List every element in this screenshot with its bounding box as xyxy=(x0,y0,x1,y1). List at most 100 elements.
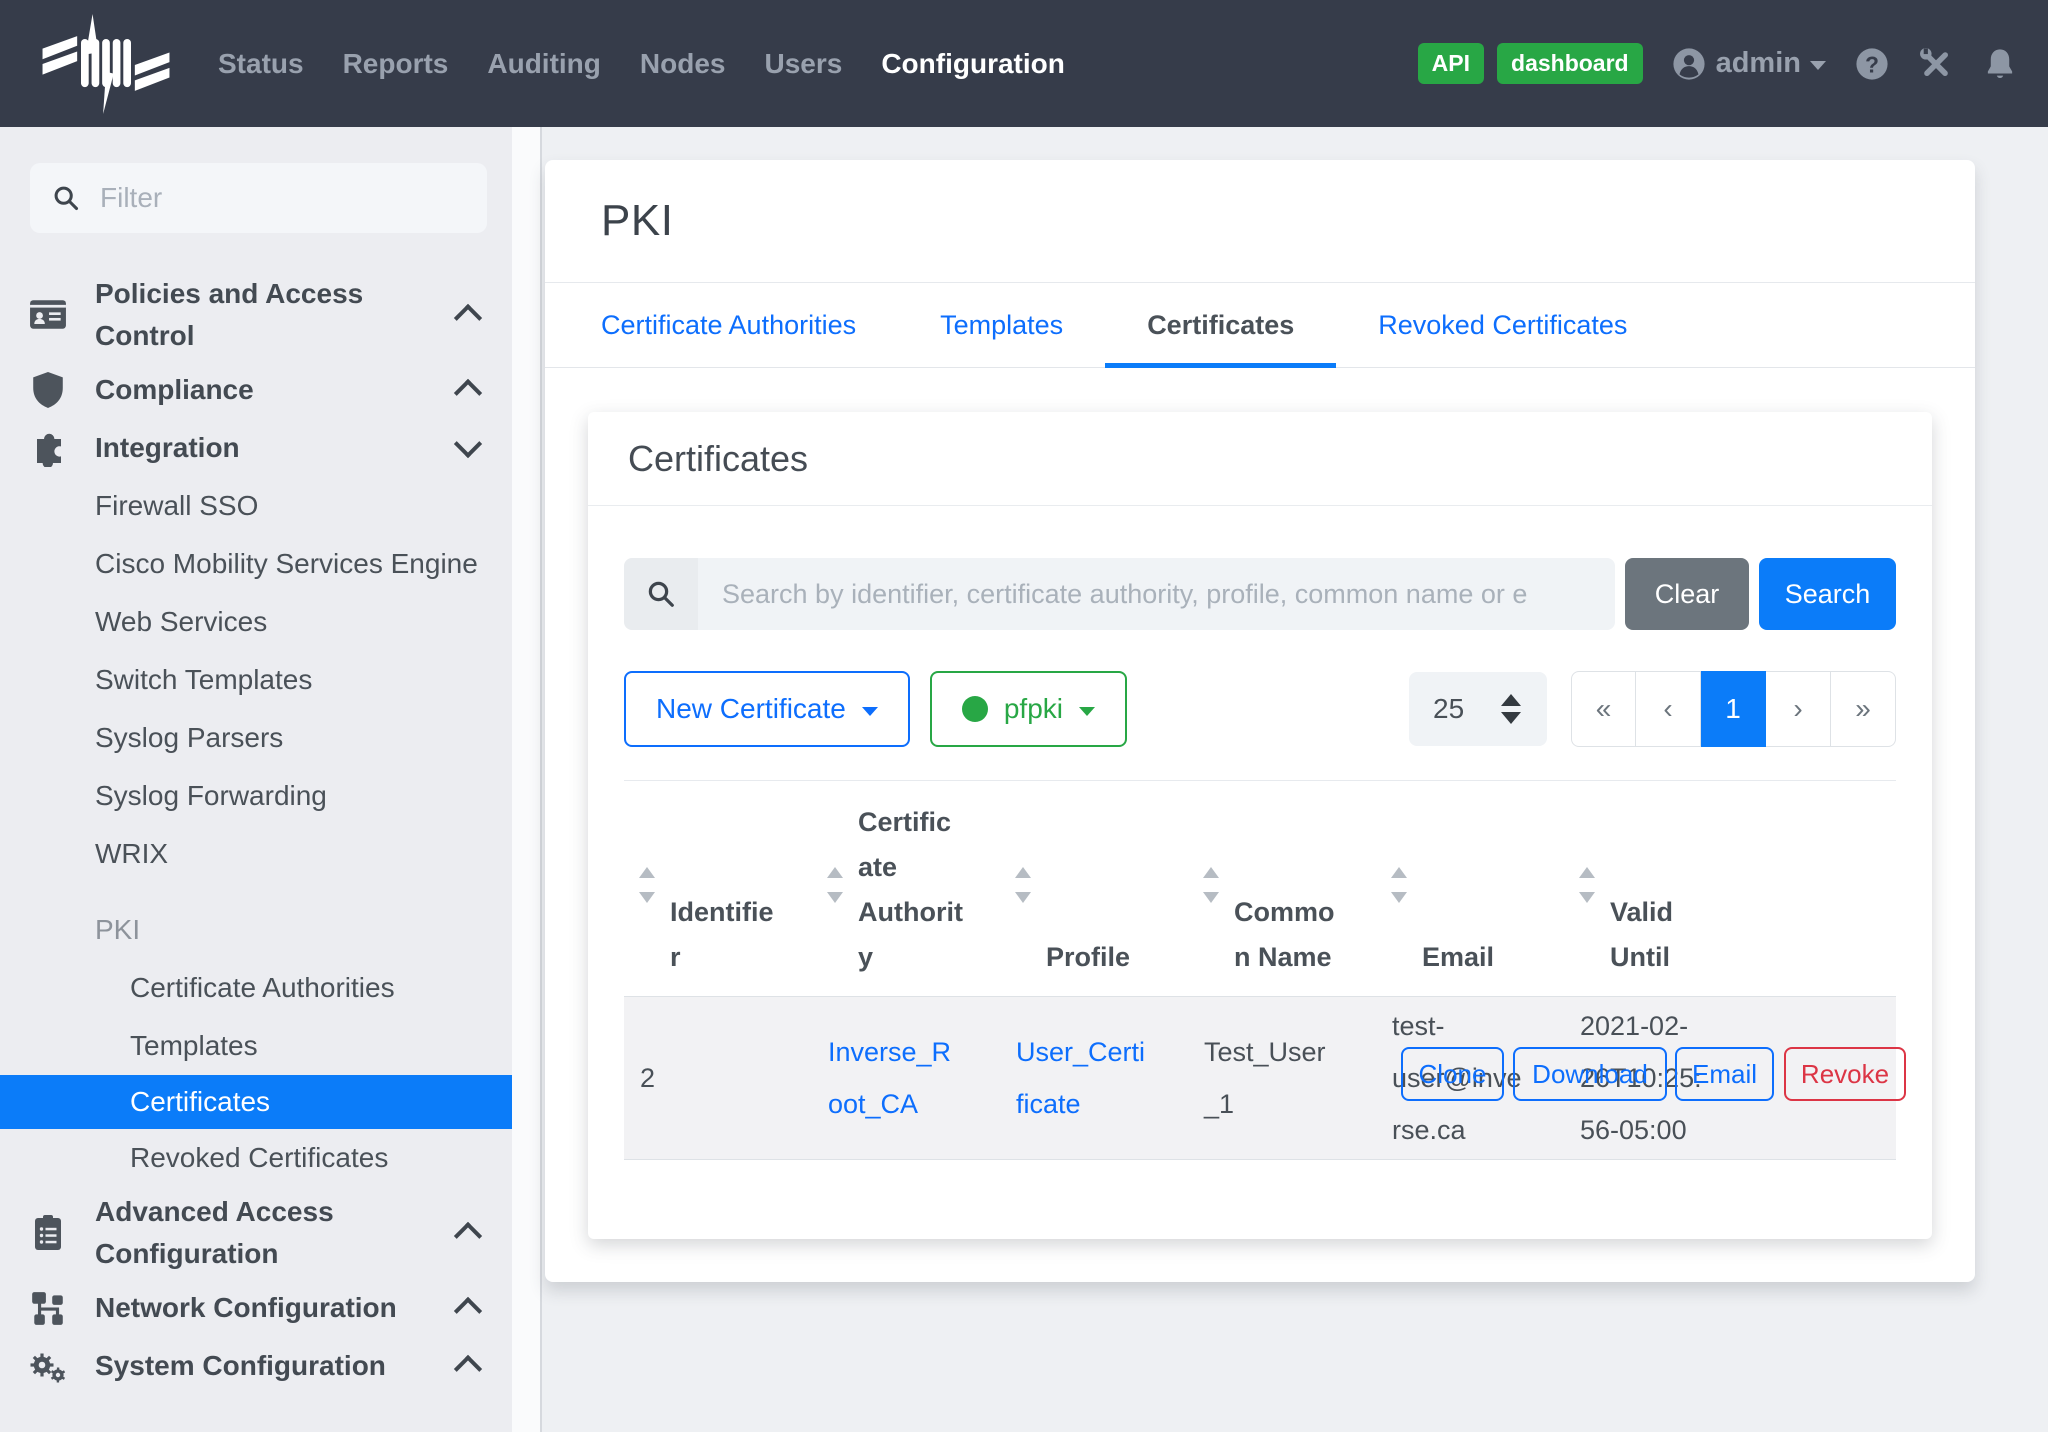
email-button[interactable]: Email xyxy=(1675,1047,1774,1101)
status-dot-icon xyxy=(962,696,988,722)
tab-revoked-certificates[interactable]: Revoked Certificates xyxy=(1336,283,1669,367)
dashboard-badge[interactable]: dashboard xyxy=(1497,43,1643,84)
pagination-page-1[interactable]: 1 xyxy=(1701,671,1766,747)
column-header-identifier[interactable]: Identifie r xyxy=(624,781,812,996)
column-header-email[interactable]: Email xyxy=(1376,781,1564,996)
revoke-button[interactable]: Revoke xyxy=(1784,1047,1906,1101)
column-header-profile[interactable]: Profile xyxy=(1000,781,1188,996)
page-size-value: 25 xyxy=(1433,693,1464,725)
help-icon[interactable]: ? xyxy=(1854,46,1890,82)
sidebar-item-label: Network Configuration xyxy=(95,1287,397,1329)
sidebar-item-compliance[interactable]: Compliance xyxy=(0,361,512,419)
sidebar-item-network-configuration[interactable]: Network Configuration xyxy=(0,1279,512,1337)
sidebar: Policies and Access Control Compliance Int… xyxy=(0,127,512,1432)
pagination-next[interactable]: › xyxy=(1766,671,1831,747)
sort-icon[interactable] xyxy=(825,867,845,903)
api-badge[interactable]: API xyxy=(1418,43,1484,84)
sidebar-item-cisco-mobility-services-engine[interactable]: Cisco Mobility Services Engine xyxy=(0,535,512,593)
page-root: Status Reports Auditing Nodes Users Configura… xyxy=(0,0,2048,1432)
service-badges: API dashboard xyxy=(1418,43,1643,84)
sidebar-item-revoked-certificates[interactable]: Revoked Certificates xyxy=(0,1129,512,1187)
notifications-bell-icon[interactable] xyxy=(1982,46,2018,82)
ca-selector-label: pfpki xyxy=(1004,693,1063,725)
search-icon xyxy=(624,558,698,630)
sidebar-item-certificates[interactable]: Certificates xyxy=(0,1075,512,1129)
certificates-table: Identifie r Certific ate Authorit y Profil… xyxy=(624,780,1896,1160)
clear-button[interactable]: Clear xyxy=(1625,558,1749,630)
certificates-body: Clear Search New Certificate pfpki xyxy=(588,558,1932,1160)
sidebar-scrollbar[interactable] xyxy=(512,127,542,1432)
sidebar-item-syslog-forwarding[interactable]: Syslog Forwarding xyxy=(0,767,512,825)
pagination-first[interactable]: « xyxy=(1571,671,1636,747)
pagination-prev[interactable]: ‹ xyxy=(1636,671,1701,747)
column-label-common-name: Commo n Name xyxy=(1234,890,1335,980)
sidebar-item-certificate-authorities[interactable]: Certificate Authorities xyxy=(0,959,512,1017)
chevron-up-icon xyxy=(454,1297,482,1325)
row-actions: CloneDownloadEmailRevoke xyxy=(624,1047,1896,1101)
shield-icon xyxy=(28,370,68,410)
sort-icon[interactable] xyxy=(1577,867,1597,903)
nav-item-nodes[interactable]: Nodes xyxy=(640,48,726,80)
nav-item-status[interactable]: Status xyxy=(218,48,304,80)
ca-selector-button[interactable]: pfpki xyxy=(930,671,1127,747)
sidebar-item-policies-and-access-control[interactable]: Policies and Access Control xyxy=(0,269,512,361)
sidebar-item-label: Compliance xyxy=(95,369,254,411)
chevron-up-icon xyxy=(454,304,482,332)
new-certificate-button[interactable]: New Certificate xyxy=(624,671,910,747)
nav-item-users[interactable]: Users xyxy=(764,48,842,80)
page-title: PKI xyxy=(545,160,1975,283)
sidebar-item-system-configuration[interactable]: System Configuration xyxy=(0,1337,512,1395)
navbar-right: API dashboard admin ? xyxy=(1418,43,2018,84)
column-header-certificate-authority[interactable]: Certific ate Authorit y xyxy=(812,781,1000,996)
sidebar-item-pki: PKI xyxy=(0,901,512,959)
sort-icon[interactable] xyxy=(637,867,657,903)
sidebar-item-label: Policies and Access Control xyxy=(95,273,442,357)
tab-certificate-authorities[interactable]: Certificate Authorities xyxy=(559,283,898,367)
nav-item-auditing[interactable]: Auditing xyxy=(487,48,601,80)
main-nav: Status Reports Auditing Nodes Users Configura… xyxy=(218,48,1065,80)
user-icon xyxy=(1671,46,1707,82)
sidebar-item-switch-templates[interactable]: Switch Templates xyxy=(0,651,512,709)
column-label-certificate-authority: Certific ate Authorit y xyxy=(858,800,963,980)
table-header: Identifie r Certific ate Authorit y Profil… xyxy=(624,781,1896,997)
column-header-valid-until[interactable]: Valid Until xyxy=(1564,781,1752,996)
page-size-select[interactable]: 25 xyxy=(1409,672,1547,746)
nav-item-reports[interactable]: Reports xyxy=(343,48,449,80)
chevron-down-icon xyxy=(1810,61,1826,70)
puzzle-icon xyxy=(28,428,68,468)
gears-icon xyxy=(28,1346,68,1386)
sort-icon[interactable] xyxy=(1013,867,1033,903)
search-input[interactable] xyxy=(698,558,1615,630)
user-menu[interactable]: admin xyxy=(1671,46,1826,82)
chevron-up-icon xyxy=(454,1355,482,1383)
svg-text:?: ? xyxy=(1865,51,1879,77)
search-icon xyxy=(52,184,80,212)
tab-templates[interactable]: Templates xyxy=(898,283,1105,367)
sidebar-item-syslog-parsers[interactable]: Syslog Parsers xyxy=(0,709,512,767)
sidebar-item-advanced-access-configuration[interactable]: Advanced Access Configuration xyxy=(0,1187,512,1279)
sidebar-item-firewall-sso[interactable]: Firewall SSO xyxy=(0,477,512,535)
column-header-common-name[interactable]: Commo n Name xyxy=(1188,781,1376,996)
download-button[interactable]: Download xyxy=(1513,1047,1667,1101)
search-button[interactable]: Search xyxy=(1759,558,1896,630)
sort-icon[interactable] xyxy=(1389,867,1409,903)
sidebar-item-web-services[interactable]: Web Services xyxy=(0,593,512,651)
new-certificate-label: New Certificate xyxy=(656,693,846,725)
filter-input[interactable] xyxy=(98,181,465,215)
chevron-down-icon xyxy=(862,707,878,716)
select-arrows-icon xyxy=(1501,691,1523,727)
sidebar-item-templates[interactable]: Templates xyxy=(0,1017,512,1075)
table-row: 2Inverse_R oot_CAUser_Certi ficateTest_U… xyxy=(624,997,1896,1160)
pagination-last[interactable]: » xyxy=(1831,671,1896,747)
sidebar-item-wrix[interactable]: WRIX xyxy=(0,825,512,883)
clipboard-icon xyxy=(28,1213,68,1253)
packetfence-logo-icon[interactable] xyxy=(40,14,172,114)
nav-item-configuration[interactable]: Configuration xyxy=(881,48,1065,80)
panel-title: Certificates xyxy=(588,412,1932,506)
sidebar-item-integration[interactable]: Integration xyxy=(0,419,512,477)
clone-button[interactable]: Clone xyxy=(1401,1047,1504,1101)
sort-icon[interactable] xyxy=(1201,867,1221,903)
tab-certificates[interactable]: Certificates xyxy=(1105,283,1336,367)
tools-icon[interactable] xyxy=(1918,46,1954,82)
toolbar: New Certificate pfpki 25 «‹1›» xyxy=(624,671,1896,747)
